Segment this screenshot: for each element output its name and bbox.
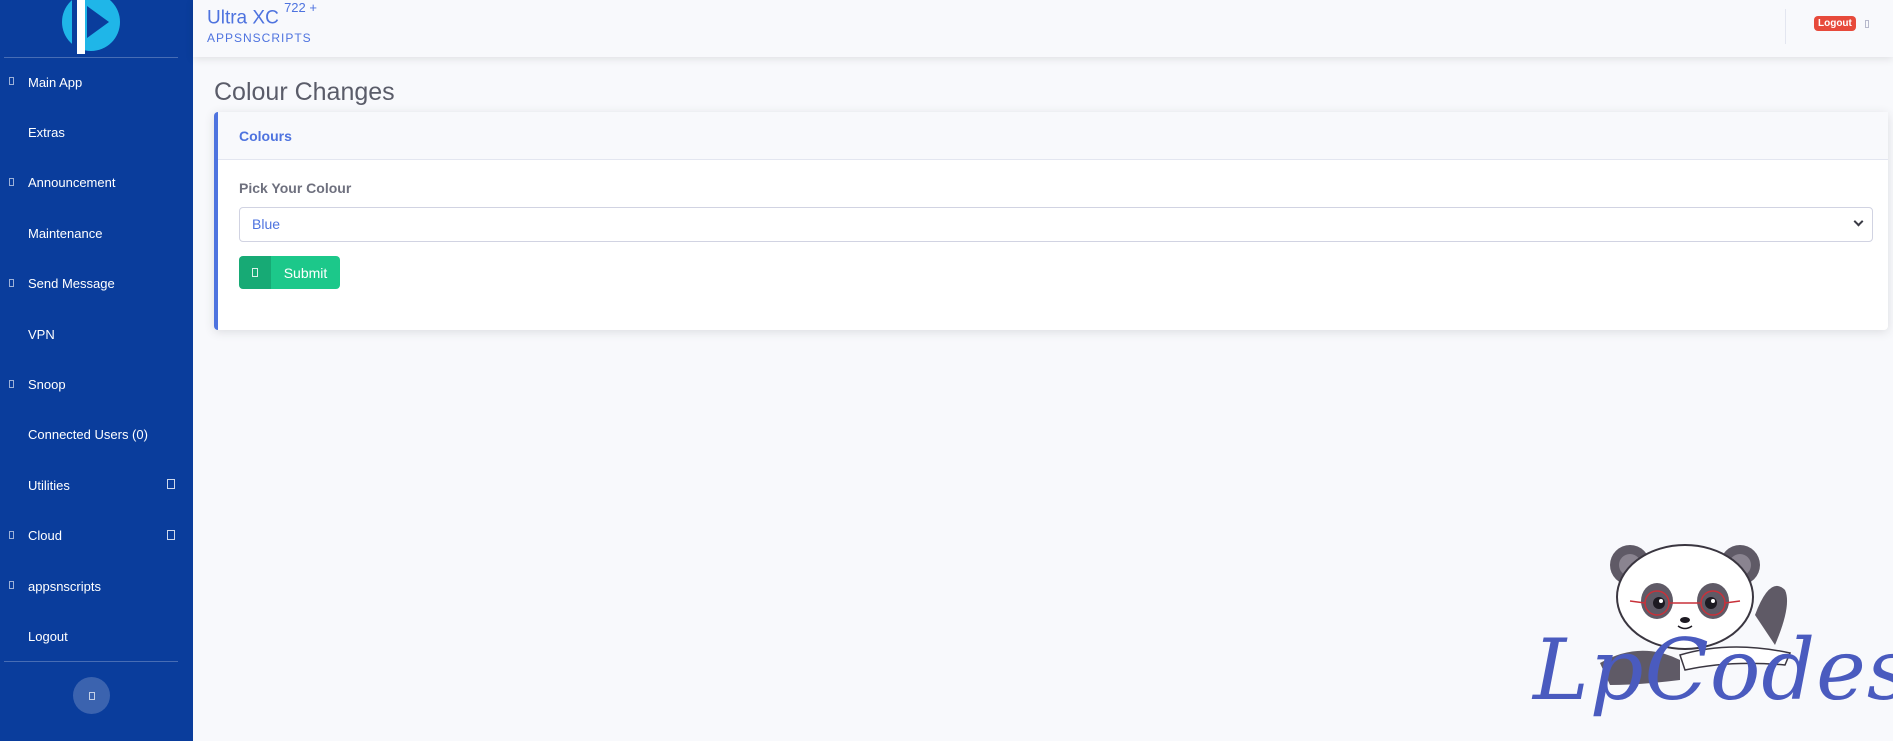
sidebar-item-appsnscripts[interactable]: appsnscripts <box>0 561 193 611</box>
chevron-left-icon <box>88 691 95 700</box>
sidebar-item-label: Logout <box>28 628 68 644</box>
submit-button[interactable]: Submit <box>239 256 340 289</box>
sidebar-item-logout[interactable]: Logout <box>0 611 193 661</box>
submit-icon <box>239 256 271 289</box>
watermark-text: LpCodes <box>1533 621 1893 719</box>
sidebar-item-maintenance[interactable]: Maintenance <box>0 208 193 258</box>
nav-bullet-icon <box>9 530 14 539</box>
sidebar-item-label: Send Message <box>28 276 115 292</box>
sidebar-item-snoop[interactable]: Snoop <box>0 359 193 409</box>
sidebar: Main App Extras Announcement Maintenance Sen… <box>0 0 193 741</box>
chevron-right-icon <box>167 529 175 540</box>
colour-field-label: Pick Your Colour <box>239 180 352 196</box>
nav-bullet-icon <box>9 581 14 590</box>
sidebar-item-label: Cloud <box>28 528 62 544</box>
app-subtitle: APPSNSCRIPTS <box>207 31 312 45</box>
sidebar-item-send-message[interactable]: Send Message <box>0 259 193 309</box>
sidebar-item-label: Snoop <box>28 377 66 393</box>
sidebar-item-connected-users-0[interactable]: Connected Users (0) <box>0 410 193 460</box>
topbar-divider <box>1785 9 1786 44</box>
play-logo-icon <box>62 0 120 54</box>
sidebar-item-announcement[interactable]: Announcement <box>0 158 193 208</box>
sidebar-item-label: Maintenance <box>28 225 103 241</box>
sidebar-item-label: Announcement <box>28 175 116 191</box>
colour-select[interactable]: Blue <box>239 207 1873 242</box>
logout-badge-button[interactable]: Logout <box>1814 16 1856 31</box>
page-title: Colour Changes <box>214 78 395 106</box>
brand[interactable] <box>0 0 193 57</box>
sidebar-item-extras[interactable]: Extras <box>0 107 193 157</box>
sidebar-item-label: Extras <box>28 125 65 141</box>
topbar: Ultra XC 722 + APPSNSCRIPTS Logout <box>193 0 1893 57</box>
sidebar-divider <box>4 661 178 662</box>
sidebar-item-cloud[interactable]: Cloud <box>0 511 193 561</box>
app-version: 722 + <box>284 0 317 15</box>
sidebar-toggle-button[interactable] <box>73 677 110 714</box>
nav-bullet-icon <box>9 177 14 186</box>
nav-bullet-icon <box>9 278 14 287</box>
sidebar-item-label: Utilities <box>28 477 70 493</box>
submit-label: Submit <box>283 264 328 281</box>
colour-select-value: Blue <box>252 216 281 232</box>
sidebar-item-label: Connected Users (0) <box>28 427 148 443</box>
colours-card: Colours Pick Your Colour Blue Submit <box>214 112 1888 330</box>
app-title-text: Ultra XC <box>207 7 279 29</box>
sidebar-item-main-app[interactable]: Main App <box>0 57 193 107</box>
sidebar-nav: Main App Extras Announcement Maintenance Sen… <box>0 57 193 662</box>
logout-icon[interactable] <box>1865 20 1869 28</box>
sidebar-item-label: Main App <box>28 74 83 90</box>
sidebar-item-utilities[interactable]: Utilities <box>0 460 193 510</box>
chevron-right-icon <box>167 479 175 490</box>
app-title: Ultra XC 722 + <box>207 0 317 29</box>
nav-bullet-icon <box>9 379 14 388</box>
nav-bullet-icon <box>9 77 14 86</box>
sidebar-item-vpn[interactable]: VPN <box>0 309 193 359</box>
sidebar-item-label: appsnscripts <box>28 578 101 594</box>
sidebar-item-label: VPN <box>28 326 55 342</box>
chevron-down-icon <box>1853 216 1864 227</box>
card-header: Colours <box>218 112 1888 160</box>
